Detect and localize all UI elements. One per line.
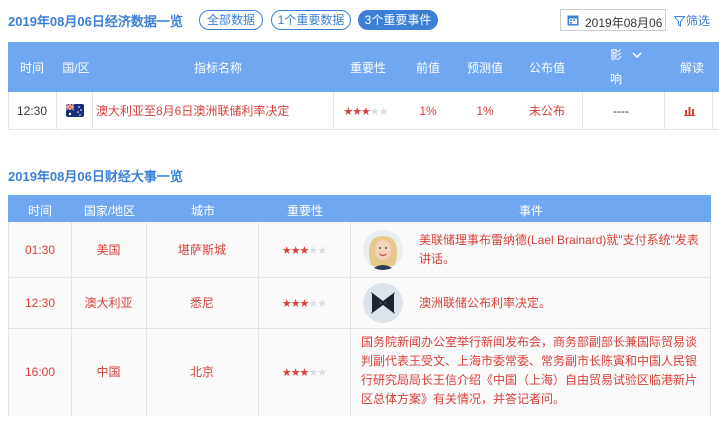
col-forecast: 预测值 <box>466 61 503 75</box>
table-row[interactable]: 16:00 中国 北京 ★★★★★ 国务院新闻办公室举行新闻发布会，商务部副部长… <box>9 329 710 416</box>
event-city: 悉尼 <box>189 296 214 310</box>
col-country: 国家/地区 <box>83 204 136 218</box>
col-previous: 前值 <box>415 61 440 75</box>
col-event-time: 时间 <box>27 204 52 218</box>
col-indicator: 指标名称 <box>193 61 242 75</box>
event-city: 北京 <box>189 365 214 379</box>
event-time: 01:30 <box>24 243 56 257</box>
event-country: 澳大利亚 <box>84 296 133 310</box>
col-event: 事件 <box>518 204 543 218</box>
event-description: 澳洲联储公布利率决定。 <box>419 296 552 310</box>
event-importance-stars: ★★★★★ <box>281 298 327 310</box>
event-description: 美联储理事布雷纳德(Lael Brainard)就"支付系统"发表讲话。 <box>419 233 699 266</box>
event-country: 中国 <box>96 365 121 379</box>
filter-button[interactable]: 筛选 <box>673 12 711 29</box>
filter-label: 筛选 <box>686 14 711 28</box>
event-time: 16:00 <box>24 365 56 379</box>
date-picker[interactable]: 2019年08月06 <box>560 9 666 31</box>
col-impact-top: 影 <box>609 48 622 62</box>
filter-important-events[interactable]: 3个重要事件 <box>358 10 438 30</box>
event-importance-stars: ★★★★★ <box>281 245 327 257</box>
col-impact-bottom: 响 <box>609 72 622 86</box>
events-table: 01:30 美国 堪萨斯城 ★★★★★ 美联储理事布雷纳德(Lael Brain… <box>8 222 711 416</box>
col-importance: 重要性 <box>349 61 386 75</box>
row-time: 12:30 <box>16 104 48 118</box>
forecast-value: 1% <box>476 104 494 118</box>
filter-important-data[interactable]: 1个重要数据 <box>271 10 351 30</box>
australia-flag-icon <box>66 104 84 117</box>
event-description: 国务院新闻办公室举行新闻发布会，商务部副部长兼国际贸易谈判副代表王受文、上海市委… <box>361 335 698 406</box>
analysis-button[interactable] <box>674 92 704 130</box>
calendar-icon <box>567 15 579 26</box>
col-analysis: 解读 <box>679 61 704 75</box>
event-city: 堪萨斯城 <box>177 243 226 257</box>
page-title: 2019年08月06日经济数据一览 <box>8 14 183 29</box>
col-region: 国/区 <box>62 61 90 75</box>
top-bar: 2019年08月06日经济数据一览 全部数据 1个重要数据 3个重要事件 201… <box>0 0 719 40</box>
funnel-icon <box>673 16 686 27</box>
table-row[interactable]: 01:30 美国 堪萨斯城 ★★★★★ 美联储理事布雷纳德(Lael Brain… <box>9 222 710 278</box>
filter-all-data[interactable]: 全部数据 <box>199 10 263 30</box>
events-table-header: 时间 国家/地区 城市 重要性 事件 <box>8 195 711 222</box>
speaker-avatar <box>363 230 403 270</box>
event-time: 12:30 <box>24 296 56 310</box>
importance-stars: ★★★★★ <box>343 106 388 118</box>
previous-value: 1% <box>419 104 437 118</box>
col-event-importance: 重要性 <box>286 204 323 218</box>
indicator-link[interactable]: 澳大利亚至8月6日澳洲联储利率决定 <box>96 92 330 130</box>
table-row[interactable]: 12:30 澳大利亚 悉尼 ★★★★★ 澳洲联储公布利率决定。 <box>9 278 710 329</box>
data-table-header: 时间 国/区 指标名称 重要性 前值 预测值 公布值 影 响 解读 <box>8 42 719 92</box>
col-time: 时间 <box>19 61 44 75</box>
bar-chart-icon <box>683 107 695 116</box>
event-country: 美国 <box>96 243 121 257</box>
date-value: 2019年08月06 <box>585 16 663 30</box>
event-importance-stars: ★★★★★ <box>281 367 327 379</box>
col-actual: 公布值 <box>528 61 565 75</box>
actual-value: 未公布 <box>528 104 565 118</box>
col-city: 城市 <box>190 204 215 218</box>
table-row[interactable]: 12:30 澳大利亚至8月6日澳洲联储利率决定 ★★★★★ 1% 1% 未公布 … <box>8 92 719 130</box>
chevron-down-icon[interactable] <box>632 52 642 59</box>
events-title: 2019年08月06日财经大事一览 <box>8 169 183 184</box>
rba-logo-icon <box>363 283 403 323</box>
impact-value: ---- <box>613 104 629 118</box>
